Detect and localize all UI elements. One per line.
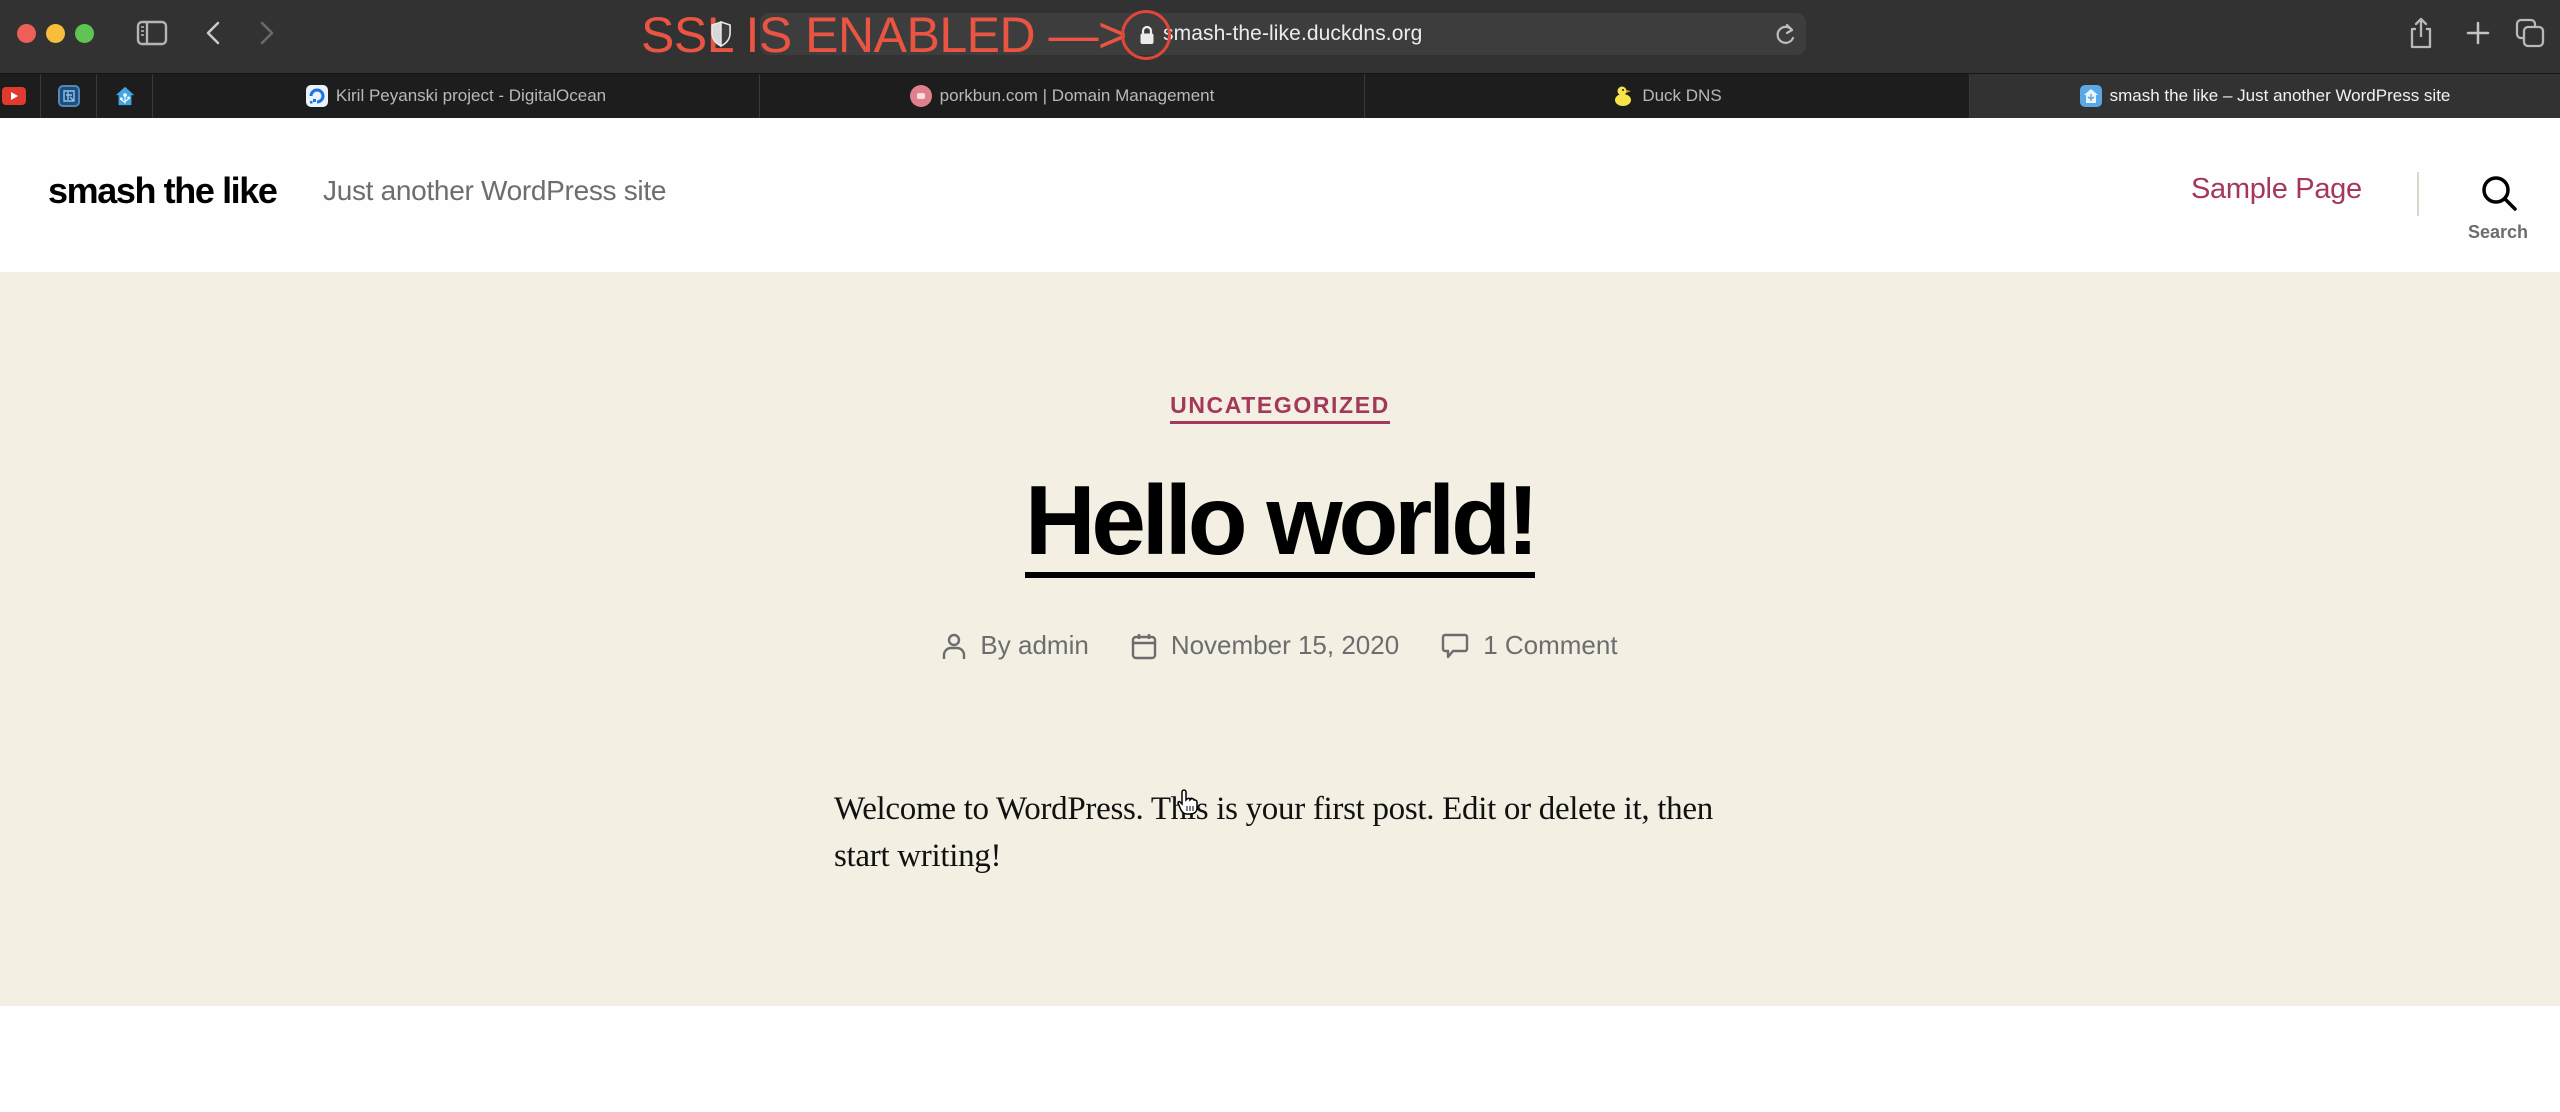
- tab-porkbun[interactable]: porkbun.com | Domain Management: [760, 74, 1365, 118]
- site-title-link[interactable]: smash the like: [48, 170, 278, 212]
- tab-bar: Kiril Peyanski project - DigitalOcean po…: [0, 73, 2560, 118]
- window-zoom-button[interactable]: [75, 24, 94, 43]
- search-icon: [2482, 176, 2517, 211]
- digitalocean-icon: [305, 85, 328, 107]
- ssl-annotation-circle: [1121, 10, 1171, 60]
- post-author: By admin: [942, 630, 1089, 661]
- chevron-right-icon: [260, 21, 274, 45]
- browser-toolbar: SSL IS ENABLED —> smash-the-like.duckdns…: [0, 0, 2560, 73]
- tab-duckdns[interactable]: Duck DNS: [1365, 74, 1970, 118]
- post-meta: By admin November 15, 2020 1 Comment: [0, 630, 2560, 661]
- new-tab-button[interactable]: [2462, 14, 2494, 52]
- shield-icon[interactable]: [710, 20, 732, 48]
- post-date: November 15, 2020: [1131, 630, 1399, 661]
- search-toggle-button[interactable]: Search: [2462, 174, 2534, 246]
- author-link[interactable]: By admin: [980, 630, 1088, 661]
- page-below-content: [0, 1006, 2560, 1112]
- tab-overview-button[interactable]: [2514, 14, 2546, 52]
- calendar-icon: [1131, 633, 1157, 659]
- share-button[interactable]: [2405, 14, 2437, 52]
- post-category: UNCATEGORIZED: [0, 392, 2560, 424]
- tab-digitalocean[interactable]: Kiril Peyanski project - DigitalOcean: [153, 74, 760, 118]
- home-assistant-icon: [114, 85, 136, 107]
- post-title-link[interactable]: Hello world!: [1024, 468, 1539, 578]
- youtube-icon: [2, 87, 26, 105]
- post-comments: 1 Comment: [1441, 630, 1618, 661]
- comment-icon: [1441, 633, 1469, 658]
- back-button[interactable]: [198, 14, 228, 52]
- duck-icon: [1612, 85, 1634, 107]
- comments-link[interactable]: 1 Comment: [1483, 630, 1617, 661]
- site-header: smash the like Just another WordPress si…: [0, 118, 2560, 272]
- chevron-left-icon: [206, 21, 220, 45]
- nav-divider: [2417, 172, 2419, 216]
- porkbun-icon: [909, 85, 932, 107]
- post-header-area: UNCATEGORIZED Hello world! By admin Nove…: [0, 272, 2560, 1006]
- pinned-tab-app[interactable]: [41, 74, 97, 118]
- window-minimize-button[interactable]: [46, 24, 65, 43]
- user-icon: [943, 633, 966, 659]
- url-text[interactable]: smash-the-like.duckdns.org: [1163, 22, 1422, 46]
- date-link[interactable]: November 15, 2020: [1171, 630, 1399, 661]
- hand-cursor-icon: [1177, 789, 1198, 815]
- tab-title: porkbun.com | Domain Management: [939, 86, 1215, 105]
- nav-sample-page[interactable]: Sample Page: [2191, 173, 2362, 206]
- tab-title: smash the like – Just another WordPress …: [2109, 86, 2451, 105]
- plus-icon: [2466, 21, 2490, 45]
- app-icon: [57, 85, 80, 107]
- pinned-tab-youtube[interactable]: [0, 74, 41, 118]
- forward-button[interactable]: [252, 14, 282, 52]
- category-link[interactable]: UNCATEGORIZED: [1170, 392, 1390, 424]
- tab-smash-the-like[interactable]: smash the like – Just another WordPress …: [1970, 74, 2560, 118]
- tab-title: Duck DNS: [1642, 86, 1722, 105]
- window-close-button[interactable]: [17, 24, 36, 43]
- search-label: Search: [2467, 222, 2529, 242]
- sidebar-toggle-button[interactable]: [134, 14, 170, 52]
- post-content: Welcome to WordPress. This is your first…: [834, 791, 1713, 874]
- tabs-icon: [2515, 18, 2545, 48]
- pinned-tab-home-assistant[interactable]: [97, 74, 153, 118]
- site-description: Just another WordPress site: [323, 175, 667, 206]
- sidebar-icon: [136, 20, 168, 46]
- wordpress-site-icon: [2079, 85, 2102, 107]
- share-icon: [2410, 17, 2432, 49]
- reload-icon[interactable]: [1775, 22, 1797, 46]
- tab-title: Kiril Peyanski project - DigitalOcean: [335, 86, 607, 105]
- post-title: Hello world!: [0, 468, 2560, 578]
